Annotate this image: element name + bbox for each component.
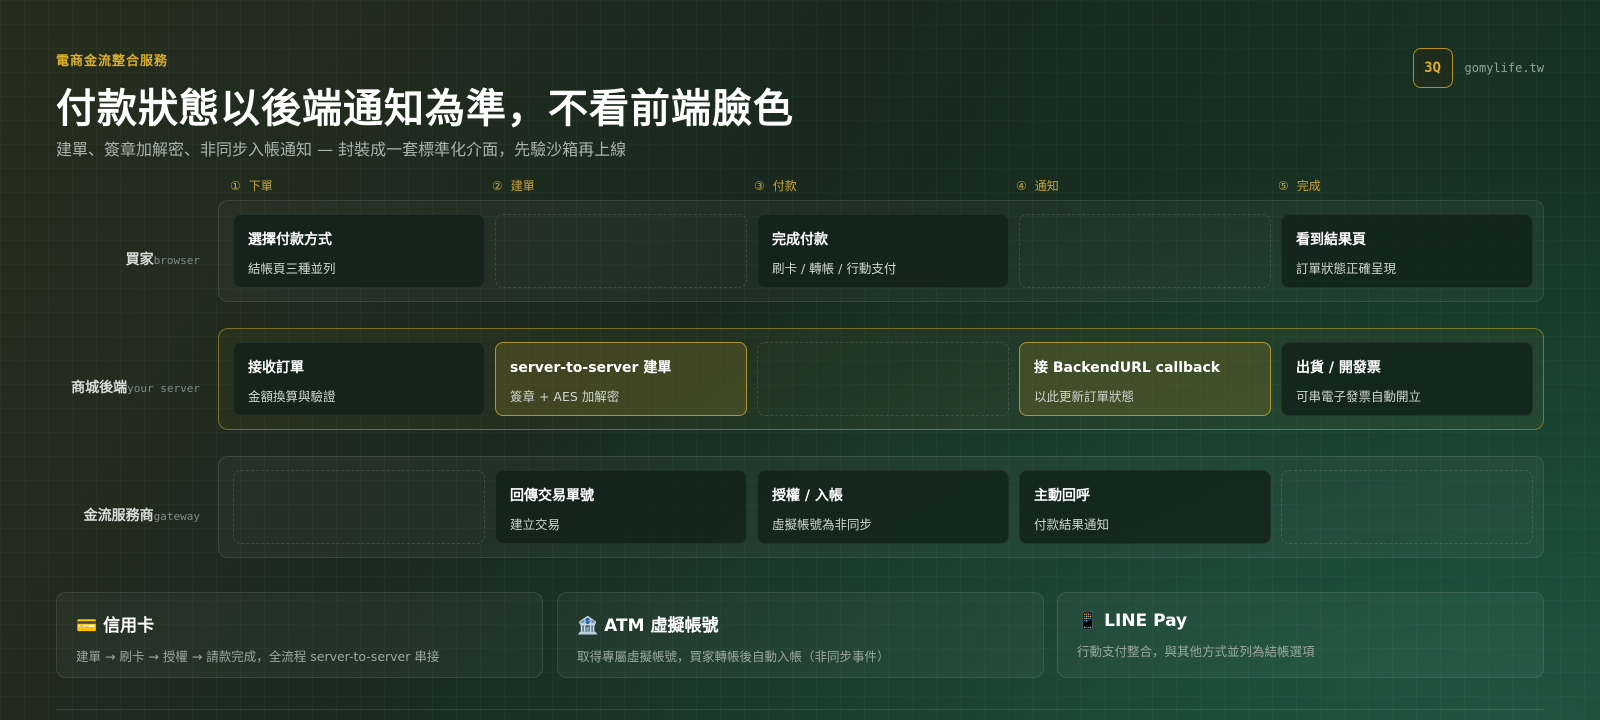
lane-backend-name: 商城後端 <box>71 380 128 396</box>
brand-logo: 3Q <box>1412 48 1453 88</box>
card-gateway-step2: 回傳交易單號 建立交易 <box>495 470 747 544</box>
card-empty <box>495 214 747 288</box>
step-5-label: 完成 <box>1296 179 1321 193</box>
card-backend-step4: 接 BackendURL callback 以此更新訂單狀態 <box>1019 342 1271 416</box>
card-desc: 結帳頁三種並列 <box>248 261 336 276</box>
step-1-num: ① <box>230 179 241 193</box>
method-title: 📱 LINE Pay <box>1077 611 1524 631</box>
method-desc: 取得專屬虛擬帳號，買家轉帳後自動入帳（非同步事件） <box>577 649 890 664</box>
lane-buyer: 選擇付款方式 結帳頁三種並列 完成付款 刷卡 / 轉帳 / 行動支付 看到結果頁… <box>218 200 1544 302</box>
lane-label-backend: 商城後端your server <box>0 377 200 397</box>
card-buyer-step1: 選擇付款方式 結帳頁三種並列 <box>233 214 485 288</box>
lane-backend-sub: your server <box>127 382 200 395</box>
step-3: ③ 付款 <box>754 177 797 194</box>
lane-backend: 接收訂單 金額換算與驗證 server-to-server 建單 簽章 + AE… <box>218 328 1544 430</box>
card-title: 接 BackendURL callback <box>1034 360 1221 376</box>
brand: 3Q gomylife.tw <box>1412 48 1544 88</box>
bank-icon: 🏦 <box>577 616 599 636</box>
lane-buyer-sub: browser <box>153 254 200 267</box>
page-subtitle: 建單、簽章加解密、非同步入帳通知 — 封裝成一套標準化介面，先驗沙箱再上線 <box>56 140 627 159</box>
card-title: 選擇付款方式 <box>248 232 332 248</box>
card-gateway-step3: 授權 / 入帳 虛擬帳號為非同步 <box>757 470 1009 544</box>
step-4-num: ④ <box>1016 179 1027 193</box>
card-title: 授權 / 入帳 <box>772 488 843 504</box>
page-title: 付款狀態以後端通知為準，不看前端臉色 <box>56 86 794 132</box>
step-1: ① 下單 <box>230 177 273 194</box>
mobile-phone-icon: 📱 <box>1077 611 1099 631</box>
card-title: server-to-server 建單 <box>510 360 672 376</box>
step-2-label: 建單 <box>510 179 535 193</box>
card-title: 主動回呼 <box>1034 488 1090 504</box>
step-5-num: ⑤ <box>1278 179 1289 193</box>
divider <box>56 709 1544 710</box>
lane-buyer-name: 買家 <box>125 252 154 268</box>
card-backend-step2: server-to-server 建單 簽章 + AES 加解密 <box>495 342 747 416</box>
card-empty <box>1019 214 1271 288</box>
card-empty <box>1281 470 1533 544</box>
card-title: 出貨 / 開發票 <box>1296 360 1381 376</box>
method-card-linepay: 📱 LINE Pay 行動支付整合，與其他方式並列為結帳選項 <box>1057 592 1544 678</box>
credit-card-icon: 💳 <box>76 616 98 636</box>
card-desc: 刷卡 / 轉帳 / 行動支付 <box>772 261 897 276</box>
method-title: 💳 信用卡 <box>76 611 523 636</box>
step-3-num: ③ <box>754 179 765 193</box>
card-desc: 以此更新訂單狀態 <box>1034 389 1135 404</box>
method-title: 🏦 ATM 虛擬帳號 <box>577 611 1024 636</box>
card-buyer-step5: 看到結果頁 訂單狀態正確呈現 <box>1281 214 1533 288</box>
card-gateway-step4: 主動回呼 付款結果通知 <box>1019 470 1271 544</box>
step-4: ④ 通知 <box>1016 177 1059 194</box>
method-title-text: 信用卡 <box>103 616 155 636</box>
step-2-num: ② <box>492 179 503 193</box>
brand-url: gomylife.tw <box>1464 61 1544 75</box>
method-desc: 建單 → 刷卡 → 授權 → 請款完成，全流程 server-to-server… <box>76 649 440 664</box>
step-4-label: 通知 <box>1034 179 1059 193</box>
card-desc: 金額換算與驗證 <box>248 389 336 404</box>
card-title: 回傳交易單號 <box>510 488 594 504</box>
method-title-text: LINE Pay <box>1104 611 1188 631</box>
card-backend-step1: 接收訂單 金額換算與驗證 <box>233 342 485 416</box>
lane-gateway-sub: gateway <box>153 510 200 523</box>
card-empty <box>233 470 485 544</box>
card-desc: 虛擬帳號為非同步 <box>772 517 873 532</box>
step-header: ① 下單 ② 建單 ③ 付款 ④ 通知 ⑤ 完成 <box>230 177 1540 193</box>
step-3-label: 付款 <box>772 179 797 193</box>
step-2: ② 建單 <box>492 177 535 194</box>
card-desc: 簽章 + AES 加解密 <box>510 389 620 404</box>
method-desc: 行動支付整合，與其他方式並列為結帳選項 <box>1077 644 1315 659</box>
eyebrow: 電商金流整合服務 <box>56 54 169 69</box>
step-5: ⑤ 完成 <box>1278 177 1321 194</box>
lane-label-buyer: 買家browser <box>0 249 200 269</box>
card-buyer-step3: 完成付款 刷卡 / 轉帳 / 行動支付 <box>757 214 1009 288</box>
card-empty <box>757 342 1009 416</box>
lane-gateway: 回傳交易單號 建立交易 授權 / 入帳 虛擬帳號為非同步 主動回呼 付款結果通知 <box>218 456 1544 558</box>
step-1-label: 下單 <box>248 179 273 193</box>
method-title-text: ATM 虛擬帳號 <box>604 616 719 636</box>
card-title: 完成付款 <box>772 232 828 248</box>
lane-gateway-name: 金流服務商 <box>83 508 154 524</box>
card-title: 接收訂單 <box>248 360 304 376</box>
card-desc: 付款結果通知 <box>1034 517 1110 532</box>
card-desc: 建立交易 <box>510 517 561 532</box>
card-title: 看到結果頁 <box>1296 232 1366 248</box>
card-backend-step5: 出貨 / 開發票 可串電子發票自動開立 <box>1281 342 1533 416</box>
method-card-atm: 🏦 ATM 虛擬帳號 取得專屬虛擬帳號，買家轉帳後自動入帳（非同步事件） <box>557 592 1044 678</box>
card-desc: 訂單狀態正確呈現 <box>1296 261 1397 276</box>
card-desc: 可串電子發票自動開立 <box>1296 389 1422 404</box>
lane-label-gateway: 金流服務商gateway <box>0 505 200 525</box>
method-card-credit: 💳 信用卡 建單 → 刷卡 → 授權 → 請款完成，全流程 server-to-s… <box>56 592 543 678</box>
